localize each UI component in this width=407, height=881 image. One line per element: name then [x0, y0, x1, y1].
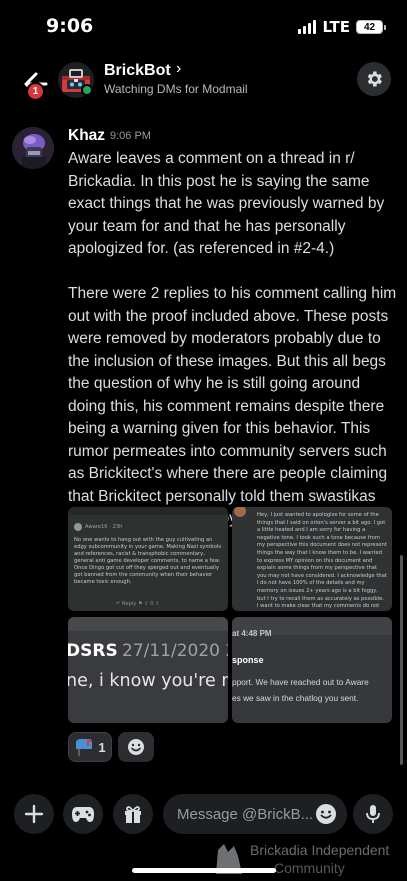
gear-icon [367, 71, 382, 87]
activities-button[interactable] [63, 794, 103, 834]
comment-actions: ↶ Reply ⚑ ⇧ 0 ⇩ [116, 601, 160, 607]
mailbox-emoji [76, 739, 93, 756]
comment-header: Aware16 · 23h [85, 524, 123, 530]
reaction-mailbox[interactable]: 1 [68, 732, 112, 762]
plus-icon [24, 804, 44, 824]
message-paragraph: There were 2 replies to his comment call… [68, 285, 397, 527]
emoji-button[interactable] [315, 803, 337, 830]
message-input[interactable]: Message @BrickB... [163, 794, 347, 834]
status-time: 9:06 [46, 15, 94, 37]
image-attachment-reddit-comment[interactable]: Aware16 · 23h No one wants to hang out w… [68, 507, 228, 611]
mod-response-line1: pport. We have reached out to Aware [232, 677, 369, 687]
gift-button[interactable] [113, 794, 153, 834]
user-avatar-icon [12, 127, 54, 169]
unread-badge: 1 [26, 82, 45, 101]
bot-status-text: Watching DMs for Modmail [104, 82, 248, 96]
message-author[interactable]: Khaz [68, 127, 105, 145]
home-indicator[interactable] [132, 868, 276, 873]
image-attachments: Aware16 · 23h No one wants to hang out w… [68, 507, 393, 723]
avatar[interactable] [12, 127, 54, 169]
status-bar: 9:06 LTE 42 [0, 0, 407, 54]
watermark: Brickadia Independent Community [212, 840, 407, 881]
message-content: Aware leaves a comment on a thread in r/… [68, 148, 398, 553]
online-status-dot [81, 84, 93, 96]
watermark-line1: Brickadia Independent [250, 842, 390, 858]
mod-response-time: at 4:48 PM [232, 629, 272, 638]
chat-log-prefix: DSRS [68, 641, 118, 661]
status-indicators: LTE 42 [298, 18, 386, 36]
battery-level: 42 [363, 21, 376, 33]
chat-log-date: 27/11/2020 22: [122, 641, 228, 661]
message-paragraph: Aware leaves a comment on a thread in r/… [68, 150, 385, 257]
emoji-icon [316, 804, 336, 824]
add-reaction-button[interactable] [118, 732, 154, 762]
chevron-right-icon[interactable]: › [176, 60, 181, 78]
network-type: LTE [322, 18, 350, 36]
comment-text: No one wants to hang out with the guy cu… [74, 537, 222, 585]
settings-button[interactable] [357, 62, 391, 96]
chat-log-line: ne, i know you're not [68, 671, 228, 691]
apology-text: Hey, I just wanted to apologize for some… [257, 512, 387, 610]
bot-name[interactable]: BrickBot [104, 62, 171, 80]
gamepad-icon [72, 807, 94, 822]
image-attachment-mod-response[interactable]: at 4:48 PM sponse pport. We have reached… [232, 617, 392, 723]
gift-icon [125, 806, 141, 823]
scrollbar[interactable] [400, 555, 403, 765]
battery-icon: 42 [356, 20, 386, 34]
message-input-placeholder: Message @BrickB... [177, 805, 314, 823]
reaction-count: 1 [98, 739, 106, 755]
watermark-line2: Community [274, 860, 345, 876]
mod-response-line2: es we saw in the chatlog you sent. [232, 693, 359, 703]
add-reaction-icon [128, 739, 144, 755]
image-attachment-apology-message[interactable]: Hey, I just wanted to apologize for some… [232, 507, 392, 611]
add-attachment-button[interactable] [14, 794, 54, 834]
image-attachment-chat-log[interactable]: DSRS 27/11/2020 22: ne, i know you're no… [68, 617, 228, 723]
dm-header: 1 BrickBot › Watching DMs for Modmail [0, 54, 407, 110]
message-timestamp: 9:06 PM [110, 130, 151, 142]
mod-response-heading: sponse [232, 655, 264, 665]
signal-icon [298, 20, 317, 34]
voice-message-button[interactable] [353, 794, 393, 834]
microphone-icon [366, 805, 380, 823]
